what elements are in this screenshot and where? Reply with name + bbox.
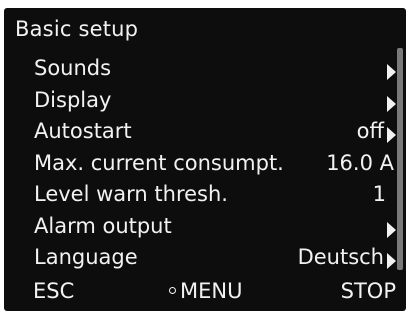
menu-item-alarm-output[interactable]: Alarm output (34, 211, 396, 243)
menu-item-label: Level warn thresh. (34, 182, 228, 206)
max-current-value: 16.0 A (326, 150, 394, 175)
esc-softkey[interactable]: ESC (33, 276, 74, 306)
softkey-bar: ESC MENU STOP (4, 276, 406, 306)
menu-item-label: Display (34, 87, 112, 112)
menu-softkey-label: MENU (180, 279, 243, 303)
menu-item-display[interactable]: Display (34, 85, 396, 117)
menu-item-label: Alarm output (34, 213, 172, 238)
menu-item-label: Max. current consumpt. (34, 150, 284, 175)
autostart-value: off (356, 119, 384, 143)
menu-item-autostart[interactable]: Autostart off (34, 116, 396, 148)
device-display: Basic setup Sounds Display Autostart off… (4, 8, 406, 311)
menu-item-label: Autostart (34, 119, 132, 143)
menu-item-language[interactable]: Language Deutsch (34, 242, 396, 274)
submenu-arrow-icon (387, 95, 396, 112)
menu-item-sounds[interactable]: Sounds (34, 53, 396, 85)
level-warn-value: 1 (372, 182, 386, 206)
menu-item-label: Language (34, 245, 138, 269)
menu-softkey[interactable]: MENU (169, 276, 242, 306)
submenu-arrow-icon (387, 64, 396, 80)
settings-menu: Sounds Display Autostart off Max. curren… (34, 53, 396, 274)
menu-item-label: Sounds (34, 56, 112, 80)
language-value: Deutsch (297, 245, 384, 269)
scrollbar[interactable] (397, 48, 403, 270)
stop-softkey[interactable]: STOP (341, 276, 396, 306)
submenu-arrow-icon (387, 127, 396, 143)
dot-icon (169, 286, 176, 294)
menu-item-max-current[interactable]: Max. current consumpt. 16.0 A (34, 148, 396, 180)
menu-title: Basic setup (15, 17, 139, 41)
submenu-arrow-icon (387, 221, 396, 238)
submenu-arrow-icon (387, 253, 396, 269)
menu-item-level-warn[interactable]: Level warn thresh. 1 (34, 179, 396, 211)
